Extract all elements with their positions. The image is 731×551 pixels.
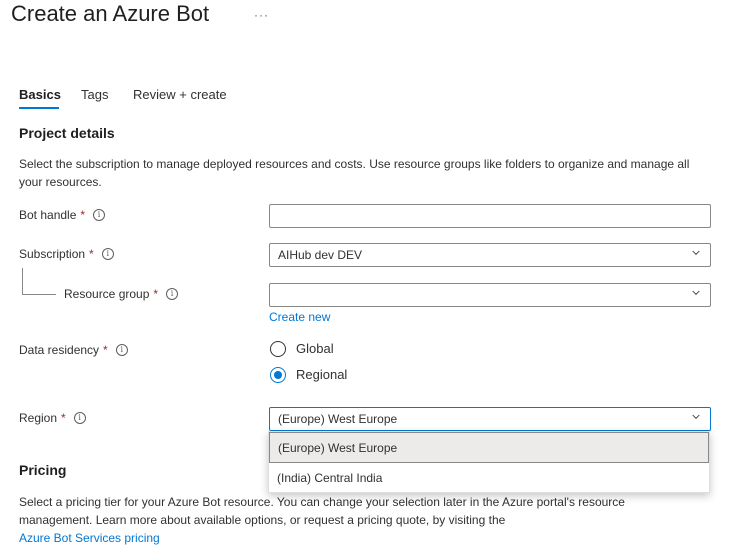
region-select[interactable]: (Europe) West Europe xyxy=(269,407,711,431)
region-value: (Europe) West Europe xyxy=(278,412,398,426)
tree-connector-vertical xyxy=(22,268,23,294)
project-details-heading: Project details xyxy=(19,125,115,141)
pricing-heading: Pricing xyxy=(19,462,67,478)
project-details-description: Select the subscription to manage deploy… xyxy=(19,157,690,189)
pricing-link[interactable]: Azure Bot Services pricing xyxy=(19,531,160,545)
resource-group-select[interactable] xyxy=(269,283,711,307)
info-icon[interactable]: i xyxy=(93,209,106,221)
info-icon[interactable]: i xyxy=(115,344,128,356)
global-radio[interactable] xyxy=(270,341,286,357)
active-tab-indicator xyxy=(19,107,59,109)
region-option[interactable]: (India) Central India xyxy=(269,463,709,494)
global-radio-label[interactable]: Global xyxy=(296,341,334,356)
page-title: Create an Azure Bot xyxy=(11,1,210,26)
required-marker: * xyxy=(153,287,159,301)
tree-connector-horizontal xyxy=(22,294,56,295)
pricing-description-text: Select a pricing tier for your Azure Bot… xyxy=(19,495,625,527)
pricing-description: Select a pricing tier for your Azure Bot… xyxy=(19,493,699,547)
regional-radio-label[interactable]: Regional xyxy=(296,367,347,382)
required-marker: * xyxy=(80,208,86,222)
chevron-down-icon xyxy=(692,250,700,255)
tab-basics[interactable]: Basics xyxy=(19,87,61,102)
data-residency-label: Data residency * i xyxy=(19,343,128,357)
resource-group-label-text: Resource group xyxy=(64,287,150,301)
chevron-down-icon xyxy=(692,290,700,295)
create-new-link[interactable]: Create new xyxy=(269,310,330,324)
subscription-select[interactable]: AIHub dev DEV xyxy=(269,243,711,267)
tab-tags[interactable]: Tags xyxy=(81,87,108,102)
subscription-label: Subscription * i xyxy=(19,247,114,261)
bot-handle-input[interactable] xyxy=(269,204,711,228)
region-option[interactable]: (Europe) West Europe xyxy=(269,432,709,463)
info-icon[interactable]: i xyxy=(166,288,179,300)
region-dropdown-list: (Europe) West Europe (India) Central Ind… xyxy=(268,431,710,493)
subscription-label-text: Subscription xyxy=(19,247,86,261)
bot-handle-label-text: Bot handle xyxy=(19,208,77,222)
region-label-text: Region xyxy=(19,411,58,425)
tab-review-create[interactable]: Review + create xyxy=(133,87,227,102)
chevron-down-icon xyxy=(692,414,700,419)
data-residency-label-text: Data residency xyxy=(19,343,100,357)
more-options-icon[interactable]: ··· xyxy=(254,8,269,22)
info-icon[interactable]: i xyxy=(101,248,114,260)
required-marker: * xyxy=(103,343,108,357)
bot-handle-label: Bot handle * i xyxy=(19,208,106,222)
region-label: Region * i xyxy=(19,411,86,425)
info-icon[interactable]: i xyxy=(73,412,86,424)
required-marker: * xyxy=(61,411,66,425)
required-marker: * xyxy=(89,247,94,261)
regional-radio[interactable] xyxy=(270,367,286,383)
subscription-value: AIHub dev DEV xyxy=(278,248,363,262)
resource-group-label: Resource group * i xyxy=(64,287,179,301)
